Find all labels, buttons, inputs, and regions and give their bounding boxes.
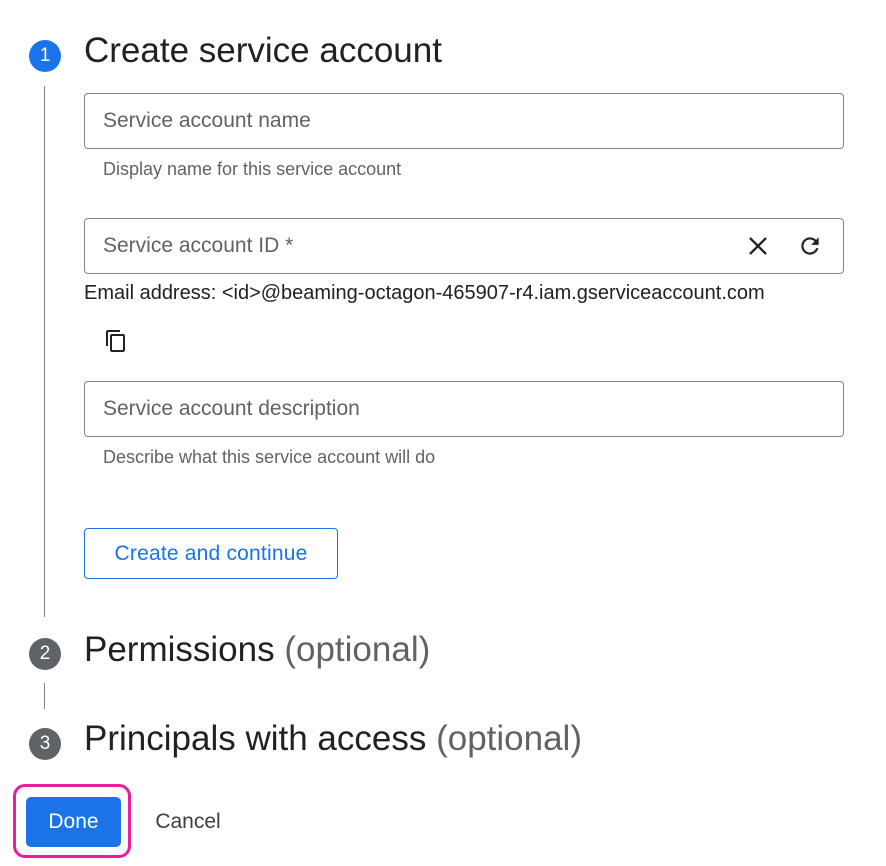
service-account-name-hint: Display name for this service account xyxy=(103,159,402,179)
done-button[interactable]: Done xyxy=(26,797,121,847)
service-account-id-field[interactable] xyxy=(84,218,844,274)
step-2-optional-label: (optional) xyxy=(284,630,431,669)
cancel-button[interactable]: Cancel xyxy=(138,797,238,847)
service-account-name-field[interactable] xyxy=(84,93,844,149)
close-icon xyxy=(749,237,767,255)
step-3-title[interactable]: Principals with access (optional) xyxy=(84,719,582,759)
step-3-title-text: Principals with access xyxy=(84,719,427,758)
step-2-indicator: 2 xyxy=(29,638,61,670)
step-1-indicator: 1 xyxy=(29,40,61,72)
service-account-description-input[interactable] xyxy=(103,382,743,436)
service-account-description-hint: Describe what this service account will … xyxy=(103,447,436,467)
clear-id-button[interactable] xyxy=(738,226,778,266)
step-3-indicator: 3 xyxy=(29,728,61,760)
copy-icon xyxy=(106,330,125,352)
email-address-text: Email address: <id>@beaming-octagon-4659… xyxy=(84,282,765,304)
step-1-title-text: Create service account xyxy=(84,31,442,70)
step-2-title-text: Permissions xyxy=(84,630,275,669)
step-3-optional-label: (optional) xyxy=(436,719,582,758)
create-and-continue-button[interactable]: Create and continue xyxy=(84,528,338,579)
step-2-title[interactable]: Permissions (optional) xyxy=(84,630,430,670)
service-account-description-field[interactable] xyxy=(84,381,844,437)
step-1-title: Create service account xyxy=(84,31,442,71)
step-connector-1 xyxy=(44,86,45,617)
regenerate-id-button[interactable] xyxy=(790,226,830,266)
refresh-icon xyxy=(801,237,819,255)
step-connector-2 xyxy=(44,683,45,709)
service-account-name-input[interactable] xyxy=(103,94,743,148)
service-account-id-input[interactable] xyxy=(103,219,743,273)
copy-email-button[interactable] xyxy=(96,321,136,361)
